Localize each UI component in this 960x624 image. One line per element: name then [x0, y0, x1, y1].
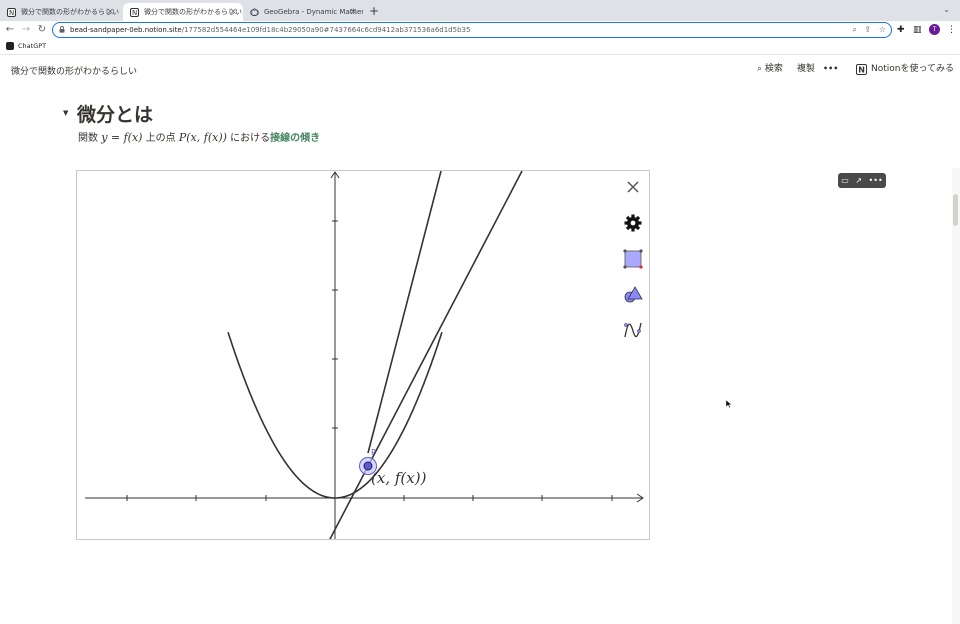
duplicate-button[interactable]: 複製	[797, 63, 815, 75]
heading-toggle[interactable]: 微分とは	[77, 100, 153, 127]
page-scrollbar[interactable]	[952, 168, 960, 624]
svg-text:N: N	[9, 9, 14, 17]
notion-favicon-icon: N	[130, 7, 139, 17]
tab-1[interactable]: N 微分で関数の形がわかるらしい ×	[0, 3, 120, 21]
notion-topbar: 微分で関数の形がわかるらしい ⌕ 検索 複製 ••• N Notionを使ってみ…	[0, 56, 960, 84]
equation-function: y = f(x)	[101, 131, 143, 144]
shapes-tool-icon[interactable]	[624, 286, 643, 303]
page-breadcrumb[interactable]: 微分で関数の形がわかるらしい	[11, 64, 137, 77]
embed-more-icon[interactable]: •••	[869, 173, 883, 188]
toggle-triangle-icon[interactable]: ▼	[63, 109, 68, 117]
browser-toolbar: ← → ↻ bead-sandpaper-0eb.notion.site/177…	[0, 21, 960, 39]
url-host: bead-sandpaper-0eb.notion.site	[70, 26, 182, 34]
function-tool-icon[interactable]	[624, 322, 642, 338]
scrollbar-thumb[interactable]	[953, 194, 958, 226]
bookmark-label: ChatGPT	[18, 42, 47, 50]
tab-1-close-icon[interactable]: ×	[106, 6, 114, 18]
equation-point: P(x, f(x))	[178, 131, 227, 144]
open-link-arrow-icon[interactable]: ↗	[855, 173, 862, 188]
extensions-icon[interactable]: ✚	[897, 24, 905, 36]
zoom-icon[interactable]: ⌕	[853, 24, 857, 36]
para-prefix: 関数	[78, 133, 98, 144]
search-label: 検索	[764, 64, 783, 74]
lock-icon	[59, 26, 65, 33]
point-p-annotation: (x, f(x))	[371, 469, 427, 487]
tab-3[interactable]: GeoGebra - Dynamic Mathem ×	[243, 3, 363, 21]
close-icon[interactable]	[627, 181, 639, 193]
tab-2-title: 微分で関数の形がわかるらしい	[144, 8, 242, 16]
tab-3-title: GeoGebra - Dynamic Mathem	[264, 8, 363, 16]
try-notion-label: Notionを使ってみる	[871, 64, 955, 74]
bookmark-star-icon[interactable]: ☆	[879, 24, 886, 36]
share-icon[interactable]: ⇪	[864, 24, 871, 36]
search-button[interactable]: ⌕ 検索	[757, 63, 783, 75]
embed-hover-toolbar: ▭ ↗ •••	[838, 173, 886, 188]
para-suffix: における	[230, 133, 271, 144]
geogebra-applet[interactable]: P (x, f(x))	[76, 170, 650, 540]
search-icon: ⌕	[757, 64, 763, 74]
geogebra-favicon-icon	[249, 7, 260, 17]
forward-arrow-icon[interactable]: →	[19, 23, 33, 37]
para-mid: 上の点	[145, 133, 176, 144]
address-bar[interactable]: bead-sandpaper-0eb.notion.site/177582d55…	[52, 22, 892, 38]
mouse-cursor-icon	[726, 400, 732, 408]
notion-favicon-icon: N	[7, 7, 16, 17]
tangent-slope-text: 接線の傾き	[270, 133, 321, 144]
tab-search-chevron-icon[interactable]: ⌄	[943, 5, 950, 14]
tab-3-close-icon[interactable]: ×	[349, 6, 357, 18]
more-options-icon[interactable]: •••	[823, 63, 838, 75]
tab-1-title: 微分で関数の形がわかるらしい	[21, 8, 119, 16]
new-tab-button[interactable]: +	[367, 3, 381, 19]
point-p-label: P	[371, 448, 376, 457]
polygon-tool-icon[interactable]	[623, 249, 643, 269]
reload-icon[interactable]: ↻	[35, 23, 49, 37]
tab-strip: N 微分で関数の形がわかるらしい × N 微分で関数の形がわかるらしい × Ge…	[0, 0, 960, 21]
url-text[interactable]: bead-sandpaper-0eb.notion.site/177582d55…	[70, 24, 470, 36]
menu-kebab-icon[interactable]: ⋮	[947, 24, 956, 36]
back-arrow-icon[interactable]: ←	[3, 23, 17, 37]
svg-text:N: N	[132, 9, 137, 17]
tab-2-close-icon[interactable]: ×	[229, 6, 237, 18]
try-notion-button[interactable]: N Notionを使ってみる	[856, 63, 954, 75]
secant-line[interactable]	[367, 171, 442, 454]
svg-text:N: N	[858, 65, 865, 74]
bookmark-chatgpt[interactable]: ChatGPT	[6, 42, 46, 50]
settings-icon[interactable]	[624, 214, 642, 232]
tab-2[interactable]: N 微分で関数の形がわかるらしい ×	[123, 3, 243, 21]
notion-logo-icon: N	[856, 63, 867, 75]
comment-icon[interactable]: ▭	[841, 173, 849, 188]
url-path: /177582d554464e109fd18c4b29050a90#743766…	[181, 26, 471, 34]
definition-paragraph: 関数 y = f(x) 上の点 P(x, f(x)) における接線の傾き	[78, 129, 320, 144]
page-content: ▼ 微分とは 関数 y = f(x) 上の点 P(x, f(x)) における接線…	[0, 84, 960, 624]
bookmarks-bar: ChatGPT	[0, 39, 960, 55]
graph-canvas[interactable]: P (x, f(x))	[77, 171, 650, 540]
side-panel-icon[interactable]: ▥	[913, 24, 922, 36]
chatgpt-icon	[6, 42, 14, 50]
profile-avatar[interactable]: T	[929, 24, 940, 35]
